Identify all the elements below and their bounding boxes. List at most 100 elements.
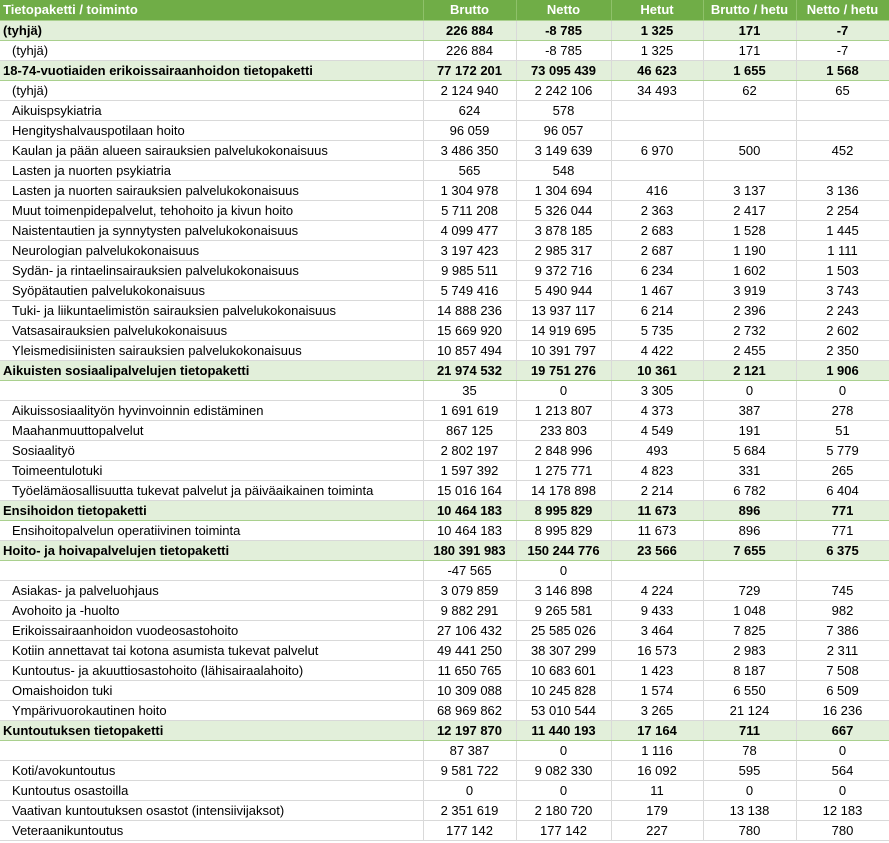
brutto-per-hetu-cell[interactable]: 2 417 (703, 200, 797, 221)
hetut-cell[interactable]: 6 970 (611, 140, 704, 161)
hetut-cell[interactable]: 2 687 (611, 240, 704, 261)
name-cell[interactable]: Yleismedisiinisten sairauksien palveluko… (0, 340, 424, 361)
netto-per-hetu-cell[interactable]: 780 (796, 820, 889, 841)
brutto-cell[interactable]: 4 099 477 (423, 220, 517, 241)
netto-cell[interactable]: 8 995 829 (516, 499, 612, 521)
netto-per-hetu-cell[interactable]: 3 136 (796, 180, 889, 201)
name-cell[interactable]: Sosiaalityö (0, 440, 424, 461)
brutto-cell[interactable]: 624 (423, 100, 517, 121)
netto-per-hetu-cell[interactable]: 5 779 (796, 440, 889, 461)
brutto-per-hetu-cell[interactable]: 0 (703, 380, 797, 401)
hetut-cell[interactable]: 11 (611, 780, 704, 801)
netto-per-hetu-cell[interactable]: 2 350 (796, 340, 889, 361)
netto-cell[interactable]: 5 490 944 (516, 280, 612, 301)
brutto-cell[interactable]: 96 059 (423, 120, 517, 141)
hetut-cell[interactable]: 4 422 (611, 340, 704, 361)
netto-per-hetu-cell[interactable] (796, 160, 889, 181)
netto-per-hetu-cell[interactable]: 745 (796, 580, 889, 601)
brutto-cell[interactable]: 2 802 197 (423, 440, 517, 461)
netto-cell[interactable]: 233 803 (516, 420, 612, 441)
netto-cell[interactable]: 10 683 601 (516, 660, 612, 681)
name-cell[interactable]: Vatsasairauksien palvelukokonaisuus (0, 320, 424, 341)
brutto-per-hetu-cell[interactable]: 387 (703, 400, 797, 421)
brutto-per-hetu-cell[interactable]: 78 (703, 740, 797, 761)
netto-per-hetu-cell[interactable]: -7 (796, 40, 889, 61)
netto-cell[interactable]: 73 095 439 (516, 59, 612, 81)
name-cell[interactable]: (tyhjä) (0, 80, 424, 101)
hetut-cell[interactable]: 227 (611, 820, 704, 841)
hetut-cell[interactable]: 6 214 (611, 300, 704, 321)
netto-cell[interactable]: 2 180 720 (516, 800, 612, 821)
brutto-cell[interactable]: 3 486 350 (423, 140, 517, 161)
netto-per-hetu-cell[interactable]: 1 906 (796, 359, 889, 381)
brutto-cell[interactable]: 3 079 859 (423, 580, 517, 601)
name-cell[interactable]: Kuntoutus osastoilla (0, 780, 424, 801)
hetut-cell[interactable]: 23 566 (611, 539, 704, 561)
netto-cell[interactable]: 3 146 898 (516, 580, 612, 601)
hetut-cell[interactable]: 1 467 (611, 280, 704, 301)
netto-cell[interactable]: 578 (516, 100, 612, 121)
netto-cell[interactable]: 2 848 996 (516, 440, 612, 461)
header-cell-brutto[interactable]: Brutto (423, 0, 517, 21)
brutto-cell[interactable]: 87 387 (423, 740, 517, 761)
brutto-per-hetu-cell[interactable]: 62 (703, 80, 797, 101)
header-cell-netto-per-hetu[interactable]: Netto / hetu (796, 0, 889, 21)
netto-per-hetu-cell[interactable]: 278 (796, 400, 889, 421)
hetut-cell[interactable]: 16 573 (611, 640, 704, 661)
netto-per-hetu-cell[interactable]: 265 (796, 460, 889, 481)
brutto-cell[interactable]: 15 669 920 (423, 320, 517, 341)
brutto-cell[interactable]: 177 142 (423, 820, 517, 841)
netto-per-hetu-cell[interactable] (796, 100, 889, 121)
brutto-per-hetu-cell[interactable]: 3 919 (703, 280, 797, 301)
netto-per-hetu-cell[interactable]: 16 236 (796, 700, 889, 721)
brutto-per-hetu-cell[interactable] (703, 100, 797, 121)
brutto-cell[interactable]: 10 309 088 (423, 680, 517, 701)
brutto-cell[interactable]: 5 749 416 (423, 280, 517, 301)
brutto-cell[interactable]: 14 888 236 (423, 300, 517, 321)
brutto-per-hetu-cell[interactable]: 1 602 (703, 260, 797, 281)
hetut-cell[interactable] (611, 120, 704, 141)
hetut-cell[interactable]: 3 464 (611, 620, 704, 641)
hetut-cell[interactable]: 3 265 (611, 700, 704, 721)
name-cell[interactable] (0, 380, 424, 401)
netto-per-hetu-cell[interactable]: 1 568 (796, 59, 889, 81)
name-cell[interactable]: Työelämäosallisuutta tukevat palvelut ja… (0, 480, 424, 501)
netto-cell[interactable]: 0 (516, 560, 612, 581)
brutto-cell[interactable]: 9 581 722 (423, 760, 517, 781)
brutto-per-hetu-cell[interactable]: 3 137 (703, 180, 797, 201)
brutto-cell[interactable]: 1 691 619 (423, 400, 517, 421)
brutto-cell[interactable]: 5 711 208 (423, 200, 517, 221)
netto-cell[interactable]: 1 304 694 (516, 180, 612, 201)
brutto-per-hetu-cell[interactable]: 21 124 (703, 700, 797, 721)
name-cell[interactable]: Neurologian palvelukokonaisuus (0, 240, 424, 261)
brutto-cell[interactable]: 10 857 494 (423, 340, 517, 361)
hetut-cell[interactable]: 416 (611, 180, 704, 201)
name-cell[interactable]: Asiakas- ja palveluohjaus (0, 580, 424, 601)
name-cell[interactable]: Aikuisten sosiaalipalvelujen tietopakett… (0, 359, 424, 381)
netto-per-hetu-cell[interactable]: 2 311 (796, 640, 889, 661)
brutto-cell[interactable]: 68 969 862 (423, 700, 517, 721)
brutto-cell[interactable]: 21 974 532 (423, 359, 517, 381)
hetut-cell[interactable]: 1 116 (611, 740, 704, 761)
brutto-per-hetu-cell[interactable] (703, 120, 797, 141)
netto-cell[interactable]: 1 213 807 (516, 400, 612, 421)
netto-cell[interactable]: 9 265 581 (516, 600, 612, 621)
hetut-cell[interactable]: 6 234 (611, 260, 704, 281)
netto-cell[interactable]: 25 585 026 (516, 620, 612, 641)
brutto-cell[interactable]: 35 (423, 380, 517, 401)
hetut-cell[interactable]: 46 623 (611, 59, 704, 81)
name-cell[interactable]: Sydän- ja rintaelinsairauksien palveluko… (0, 260, 424, 281)
brutto-per-hetu-cell[interactable]: 2 455 (703, 340, 797, 361)
name-cell[interactable]: Tuki- ja liikuntaelimistön sairauksien p… (0, 300, 424, 321)
name-cell[interactable]: Vaativan kuntoutuksen osastot (intensiiv… (0, 800, 424, 821)
brutto-cell[interactable]: 10 464 183 (423, 499, 517, 521)
hetut-cell[interactable] (611, 160, 704, 181)
netto-per-hetu-cell[interactable]: 2 254 (796, 200, 889, 221)
hetut-cell[interactable]: 16 092 (611, 760, 704, 781)
name-cell[interactable]: Lasten ja nuorten psykiatria (0, 160, 424, 181)
netto-cell[interactable]: 0 (516, 380, 612, 401)
netto-cell[interactable]: 1 275 771 (516, 460, 612, 481)
netto-cell[interactable]: 5 326 044 (516, 200, 612, 221)
header-cell-hetut[interactable]: Hetut (611, 0, 704, 21)
brutto-cell[interactable]: 9 985 511 (423, 260, 517, 281)
